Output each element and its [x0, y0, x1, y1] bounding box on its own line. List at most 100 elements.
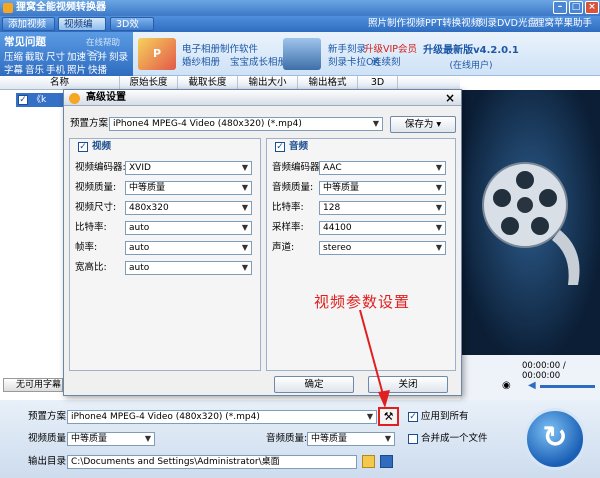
video-field-value: auto — [129, 223, 150, 233]
audio-field-label: 声道: — [272, 242, 295, 253]
audio-field-select[interactable]: 中等质量 ▼ — [319, 181, 446, 195]
faq-link-kuaibo[interactable]: 快播 — [88, 62, 107, 76]
list-item-name: 《k — [32, 95, 47, 105]
minimize-button[interactable]: – — [553, 1, 567, 14]
chevron-down-icon: ▼ — [433, 182, 445, 194]
dialog-preset-label: 预置方案: — [70, 118, 112, 129]
faq-link-subtitle[interactable]: 字幕 — [4, 62, 23, 76]
convert-button[interactable]: ↻ — [524, 408, 586, 470]
col-cut-length[interactable]: 截取长度 — [178, 76, 238, 90]
faq-link-cut[interactable]: 截取 — [25, 49, 44, 63]
audio-field-select[interactable]: 44100 ▼ — [319, 221, 446, 235]
camera-icon[interactable]: ◉ — [502, 380, 511, 391]
merge-checkbox[interactable] — [408, 434, 418, 444]
faq-link-music[interactable]: 音乐 — [25, 62, 44, 76]
video-field-select[interactable]: 480x320 ▼ — [125, 201, 252, 215]
save-as-button[interactable]: 保存为 ▾ — [390, 116, 456, 133]
audio-field-value: 中等质量 — [323, 183, 360, 193]
video-field-select[interactable]: auto ▼ — [125, 241, 252, 255]
chevron-down-icon: ▼ — [239, 182, 251, 194]
output-dir-value: C:\Documents and Settings\Administrator\… — [71, 457, 280, 467]
col-output-format[interactable]: 输出格式 — [298, 76, 358, 90]
chevron-down-icon: ▼ — [433, 222, 445, 234]
col-name[interactable]: 名称 — [0, 76, 120, 90]
video-quality-value: 中等质量 — [71, 434, 108, 444]
volume-icon[interactable]: ◀ — [528, 380, 536, 391]
dialog-preset-select[interactable]: iPhone4 MPEG-4 Video (480x320) (*.mp4) ▼ — [109, 117, 383, 131]
preset-select-value: iPhone4 MPEG-4 Video (480x320) (*.mp4) — [71, 412, 260, 422]
upgrade-box[interactable]: 升级最新版v4.2.0.1 (在线用户) — [408, 36, 534, 72]
faq-link-speed[interactable]: 加速 — [67, 49, 86, 63]
video-group-heading: 视频 — [92, 141, 112, 152]
chevron-down-icon: ▼ — [239, 242, 251, 254]
col-output-size[interactable]: 输出大小 — [238, 76, 298, 90]
audio-group-heading: 音频 — [289, 141, 309, 152]
preset-label: 预置方案: — [28, 411, 70, 422]
faq-link-photo[interactable]: 照片 — [67, 62, 86, 76]
audio-field-select[interactable]: 128 ▼ — [319, 201, 446, 215]
promo-baby-album[interactable]: 宝宝成长相册 — [230, 54, 287, 68]
annotation-text: 视频参数设置 — [314, 293, 411, 311]
audio-enable-checkbox[interactable]: ✓ — [275, 142, 285, 152]
video-field-select[interactable]: auto ▼ — [125, 261, 252, 275]
faq-title: 常见问题 — [4, 36, 46, 48]
output-dir-field[interactable]: C:\Documents and Settings\Administrator\… — [67, 455, 357, 469]
preset-select[interactable]: iPhone4 MPEG-4 Video (480x320) (*.mp4) ▼ — [67, 410, 377, 424]
subtitle-button[interactable]: 无可用字幕 — [3, 378, 63, 392]
audio-quality-label: 音频质量: — [266, 433, 308, 444]
chevron-down-icon: ▼ — [382, 433, 394, 445]
apply-all-checkbox[interactable]: ✓ — [408, 412, 418, 422]
video-field-label: 视频质量: — [75, 182, 117, 193]
volume-slider[interactable] — [540, 385, 595, 388]
video-quality-select[interactable]: 中等质量 ▼ — [67, 432, 155, 446]
video-quality-label: 视频质量: — [28, 433, 70, 444]
chevron-down-icon: ▼ — [370, 118, 382, 130]
audio-field-select[interactable]: stereo ▼ — [319, 241, 446, 255]
video-field-select[interactable]: 中等质量 ▼ — [125, 181, 252, 195]
link-ppt-video[interactable]: PPT转换视频 — [425, 16, 480, 32]
col-3d[interactable]: 3D — [358, 76, 398, 90]
promo-album-software[interactable]: 电子相册制作软件 — [182, 41, 258, 55]
video-field-select[interactable]: XVID ▼ — [125, 161, 252, 175]
video-field-select[interactable]: auto ▼ — [125, 221, 252, 235]
title-bar: 狸窝全能视频转换器 – □ × — [0, 0, 600, 16]
link-apple-helper[interactable]: 狸窝苹果助手 — [535, 16, 592, 32]
video-field-value: auto — [129, 263, 150, 273]
folder-icon[interactable] — [362, 455, 375, 468]
audio-field-value: 44100 — [323, 223, 352, 233]
faq-panel: 常见问题 在线帮助>> 压缩 截取 尺寸 加速 合并 刻录 字幕 音乐 手机 照… — [0, 32, 133, 76]
faq-link-compress[interactable]: 压缩 — [4, 49, 23, 63]
audio-quality-select[interactable]: 中等质量 ▼ — [307, 432, 395, 446]
maximize-button[interactable]: □ — [569, 1, 583, 14]
faq-link-size[interactable]: 尺寸 — [46, 49, 65, 63]
open-folder-icon[interactable] — [380, 455, 393, 468]
link-photo-video[interactable]: 照片制作视频 — [368, 16, 425, 32]
video-edit-button[interactable]: 视频编辑 — [58, 17, 106, 44]
list-item-checkbox[interactable]: ✓ — [18, 95, 28, 105]
video-field-value: 480x320 — [129, 203, 169, 213]
add-video-button[interactable]: 添加视频 — [2, 17, 55, 31]
film-reel-icon — [482, 162, 580, 285]
burn-disc-icon[interactable] — [283, 38, 321, 70]
close-window-button[interactable]: × — [585, 1, 599, 14]
promo-continuous-burn[interactable]: 连续刻 — [372, 54, 401, 68]
faq-link-burn[interactable]: 刻录 — [109, 49, 128, 63]
col-original-length[interactable]: 原始长度 — [120, 76, 178, 90]
video-field-label: 视频尺寸: — [75, 202, 117, 213]
chevron-down-icon: ▼ — [433, 202, 445, 214]
faq-link-merge[interactable]: 合并 — [88, 49, 107, 63]
audio-field-select[interactable]: AAC ▼ — [319, 161, 446, 175]
link-burn-dvd[interactable]: 刻录DVD光盘 — [478, 16, 537, 32]
promo-newbie-burn[interactable]: 新手刻录 — [328, 41, 366, 55]
app-logo-icon — [3, 3, 13, 13]
wrench-icon: ⚒ — [383, 410, 394, 423]
bottom-panel: 预置方案: iPhone4 MPEG-4 Video (480x320) (*.… — [0, 400, 600, 478]
player-controls: 00:00:00 / 00:00:00 ◉ ◀ — [460, 355, 600, 400]
list-item[interactable]: ✓ 《k — [16, 93, 66, 107]
dialog-close-icon[interactable]: × — [445, 90, 455, 106]
video-enable-checkbox[interactable]: ✓ — [78, 142, 88, 152]
3d-effects-button[interactable]: 3D效果 — [110, 17, 154, 44]
faq-link-phone[interactable]: 手机 — [46, 62, 65, 76]
promo-wedding-album[interactable]: 婚纱相册 — [182, 54, 220, 68]
ppt-album-icon[interactable]: P — [138, 38, 176, 70]
